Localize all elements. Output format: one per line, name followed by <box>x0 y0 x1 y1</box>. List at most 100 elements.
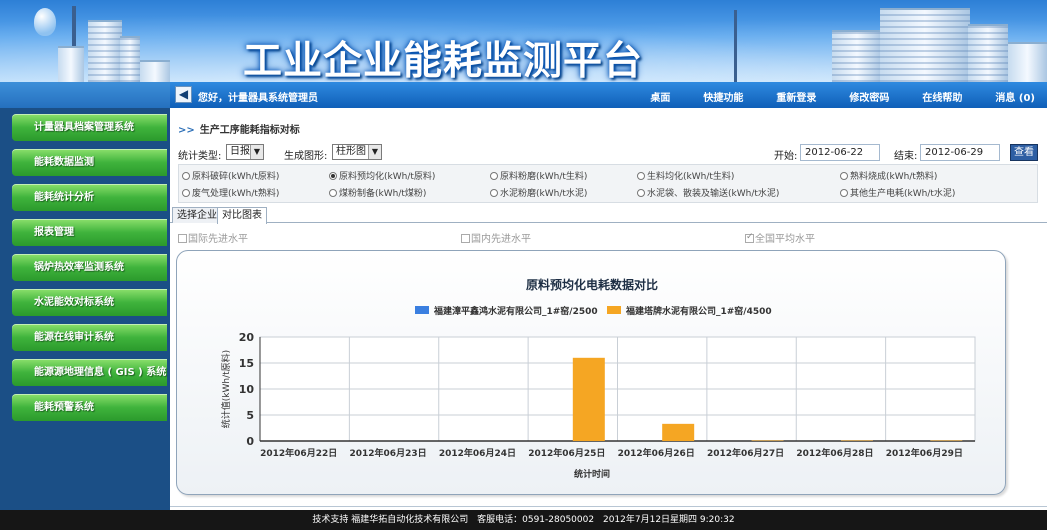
nav-link-desktop[interactable]: 桌面 <box>650 89 670 104</box>
radio-icon <box>490 189 498 197</box>
radio-label: 原料破碎(kWh/t原料) <box>192 172 280 182</box>
radio-icon <box>329 189 337 197</box>
benchmark-national-checkbox[interactable]: 全国平均水平 <box>745 230 815 245</box>
radio-label: 废气处理(kWh/t熟料) <box>192 189 280 199</box>
footer-datetime: 2012年7月12日星期四 9:20:32 <box>602 515 735 525</box>
radio-raw-crushing[interactable]: 原料破碎(kWh/t原料) <box>182 169 279 182</box>
app-title: 工业企业能耗监测平台 <box>243 39 644 82</box>
y-tick-label: 5 <box>246 409 254 422</box>
dropdown-arrow-icon: ▼ <box>368 145 381 159</box>
chart-panel: 原料预均化电耗数据对比福建漳平鑫鸿水泥有限公司_1#窑/2500 福建塔牌水泥有限… <box>176 250 1006 495</box>
user-greeting: 您好，计量器具系统管理员 <box>198 93 318 104</box>
legend-label: 福建塔牌水泥有限公司_1#窑/4500 <box>625 305 772 317</box>
bar-series-2 <box>930 440 963 441</box>
radio-cement-packing[interactable]: 水泥袋、散装及输送(kWh/t水泥) <box>637 186 779 199</box>
checkbox-icon <box>178 234 187 243</box>
building-graphic <box>880 8 970 82</box>
radio-icon <box>840 189 848 197</box>
bar-series-2 <box>662 423 695 441</box>
start-date-label: 开始: <box>774 151 798 162</box>
radio-waste-gas[interactable]: 废气处理(kWh/t熟料) <box>182 186 279 199</box>
radio-label: 原料粉磨(kWh/t生料) <box>500 172 588 182</box>
tab-comparison-chart[interactable]: 对比图表 <box>217 207 267 224</box>
footer-hotline: 客服电话：0591-28050002 <box>477 515 595 525</box>
y-tick-label: 15 <box>239 357 254 370</box>
radio-label: 熟料烧成(kWh/t熟料) <box>850 172 938 182</box>
radio-icon <box>637 189 645 197</box>
tv-tower-graphic <box>734 10 737 82</box>
benchmark-intl-checkbox[interactable]: 国际先进水平 <box>178 230 248 245</box>
arrow-left-icon: ◀ <box>178 87 189 101</box>
radio-raw-prehomogenization[interactable]: 原料预均化(kWh/t原料) <box>329 169 435 182</box>
double-chevron-right-icon: >> <box>178 125 195 136</box>
end-date-input[interactable]: 2012-06-29 <box>920 144 1000 161</box>
radio-label: 生料均化(kWh/t生料) <box>647 172 735 182</box>
radio-raw-grinding[interactable]: 原料粉磨(kWh/t生料) <box>490 169 587 182</box>
x-tick-label: 2012年06月25日 <box>528 447 605 459</box>
section-title: >> 生产工序能耗指标对标 <box>178 121 300 136</box>
building-graphic <box>120 36 140 82</box>
back-button[interactable]: ◀ <box>175 86 192 103</box>
nav-links: 桌面 快捷功能 重新登录 修改密码 在线帮助 消息 (0) <box>617 89 1035 104</box>
radio-coal-prep[interactable]: 煤粉制备(kWh/t煤粉) <box>329 186 426 199</box>
nav-link-change-password[interactable]: 修改密码 <box>849 89 889 104</box>
query-button[interactable]: 查看 <box>1010 144 1038 161</box>
sidebar-item-reports[interactable]: 报表管理 <box>12 219 167 246</box>
top-nav-bar: ◀ 您好，计量器具系统管理员 桌面 快捷功能 重新登录 修改密码 在线帮助 消息… <box>170 82 1047 108</box>
nav-link-relogin[interactable]: 重新登录 <box>776 89 816 104</box>
building-graphic <box>968 24 1008 82</box>
stat-type-select[interactable]: 日报 ▼ <box>226 144 264 160</box>
sidebar-item-energy-statistics[interactable]: 能耗统计分析 <box>12 184 167 211</box>
benchmark-domestic-label: 国内先进水平 <box>471 234 531 245</box>
footer: 技术支持 福建华拓自动化技术有限公司 客服电话：0591-28050002 20… <box>0 510 1047 530</box>
y-tick-label: 20 <box>239 331 255 344</box>
chart-type-label: 生成图形: <box>284 151 328 162</box>
checkbox-checked-icon <box>745 232 754 243</box>
radio-icon <box>182 172 190 180</box>
sidebar: 计量器具档案管理系统 能耗数据监测 能耗统计分析 报表管理 锅炉热效率监测系统 … <box>0 82 170 510</box>
nav-link-messages[interactable]: 消息 (0) <box>995 89 1035 104</box>
radio-meal-homogenization[interactable]: 生料均化(kWh/t生料) <box>637 169 734 182</box>
radio-icon <box>637 172 645 180</box>
benchmark-checkboxes: 国际先进水平 国内先进水平 全国平均水平 <box>178 230 1038 246</box>
x-tick-label: 2012年06月22日 <box>260 447 337 459</box>
radio-other-power[interactable]: 其他生产电耗(kWh/t水泥) <box>840 186 955 199</box>
bar-series-2 <box>840 440 873 441</box>
radio-label: 原料预均化(kWh/t原料) <box>339 172 436 182</box>
benchmark-domestic-checkbox[interactable]: 国内先进水平 <box>461 230 531 245</box>
divider <box>170 506 1047 507</box>
x-tick-label: 2012年06月27日 <box>707 447 784 459</box>
sidebar-item-energy-monitoring[interactable]: 能耗数据监测 <box>12 149 167 176</box>
sidebar-item-energy-alert[interactable]: 能耗预警系统 <box>12 394 167 421</box>
x-tick-label: 2012年06月24日 <box>439 447 516 459</box>
sidebar-item-boiler-efficiency[interactable]: 锅炉热效率监测系统 <box>12 254 167 281</box>
legend-swatch <box>607 306 621 314</box>
legend-swatch <box>415 306 429 314</box>
nav-link-shortcuts[interactable]: 快捷功能 <box>703 89 743 104</box>
sidebar-item-cement-benchmark[interactable]: 水泥能效对标系统 <box>12 289 167 316</box>
y-axis-title: 统计值(kWh/t原料) <box>220 350 232 428</box>
radio-cement-grinding[interactable]: 水泥粉磨(kWh/t水泥) <box>490 186 587 199</box>
stat-type-value: 日报 <box>230 146 250 157</box>
y-tick-label: 10 <box>239 383 255 396</box>
legend-label: 福建漳平鑫鸿水泥有限公司_1#窑/2500 <box>433 305 598 317</box>
start-date-input[interactable]: 2012-06-22 <box>800 144 880 161</box>
building-graphic <box>140 60 170 82</box>
main-content: >> 生产工序能耗指标对标 统计类型: 日报 ▼ 生成图形: 柱形图 ▼ 开始: … <box>170 108 1047 510</box>
filter-row: 统计类型: 日报 ▼ 生成图形: 柱形图 ▼ 开始: 2012-06-22 结束… <box>178 144 1038 162</box>
checkbox-icon <box>461 234 470 243</box>
sidebar-item-energy-audit[interactable]: 能源在线审计系统 <box>12 324 167 351</box>
radio-clinker-burning[interactable]: 熟料烧成(kWh/t熟料) <box>840 169 937 182</box>
chart-title: 原料预均化电耗数据对比 <box>526 277 658 292</box>
process-radio-group: 原料破碎(kWh/t原料) 原料预均化(kWh/t原料) 原料粉磨(kWh/t生料)… <box>178 164 1038 203</box>
tab-select-enterprise[interactable]: 选择企业 <box>172 207 222 223</box>
radio-icon <box>490 172 498 180</box>
nav-link-online-help[interactable]: 在线帮助 <box>922 89 962 104</box>
x-tick-label: 2012年06月26日 <box>618 447 695 459</box>
sidebar-item-gis[interactable]: 能源源地理信息 ( GIS ) 系统 <box>12 359 167 386</box>
sidebar-item-meter-archive[interactable]: 计量器具档案管理系统 <box>12 114 167 141</box>
benchmark-intl-label: 国际先进水平 <box>188 234 248 245</box>
chart-type-select[interactable]: 柱形图 ▼ <box>332 144 382 160</box>
tab-bar: 选择企业 对比图表 <box>170 206 1047 224</box>
radio-checked-icon <box>329 172 337 180</box>
